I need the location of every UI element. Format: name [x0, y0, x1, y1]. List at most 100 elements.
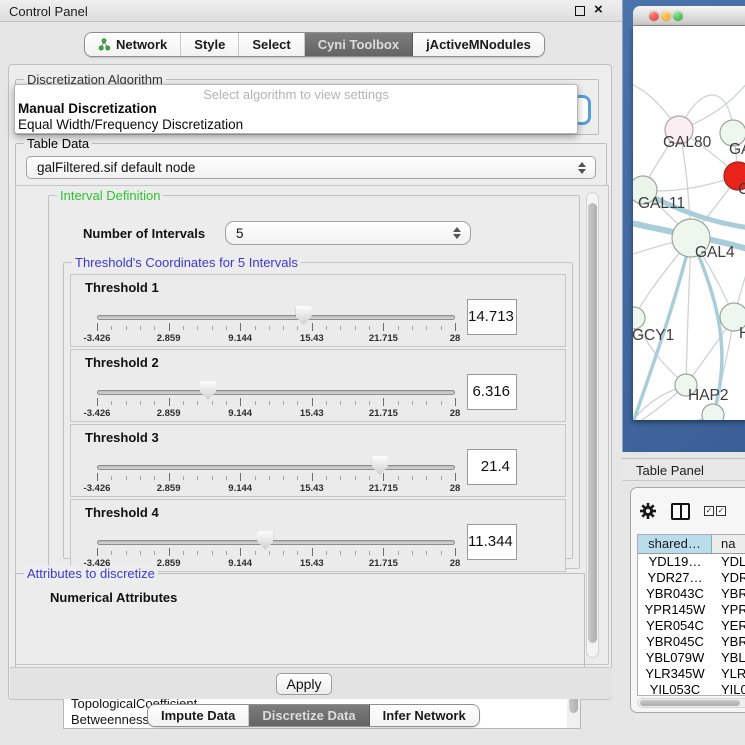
dropdown-placeholder: Select algorithm to view settings [15, 85, 577, 101]
tab-discretize-data[interactable]: Discretize Data [249, 705, 369, 726]
slider-tick-labels: -3.4262.8599.14415.4321.71528 [97, 483, 455, 495]
threshold-panel: Threshold 1 -3.4262.8599.14415.4321.7152… [70, 274, 566, 347]
tab-select[interactable]: Select [239, 33, 304, 56]
threshold-label: Threshold 2 [85, 355, 159, 370]
slider-track[interactable] [97, 390, 455, 395]
node-label: GA [729, 141, 745, 158]
network-window-titlebar [633, 6, 745, 26]
tab-cyni-toolbox[interactable]: Cyni Toolbox [305, 33, 413, 56]
thresholds-group-title: Threshold's Coordinates for 5 Intervals [72, 255, 301, 270]
node-label: GAL4 [695, 244, 735, 261]
threshold-label: Threshold 4 [85, 505, 159, 520]
node-label: GAL11 [638, 195, 685, 212]
numerical-attributes-label: Numerical Attributes [50, 590, 177, 605]
dropdown-option[interactable]: Manual Discretization [15, 101, 577, 117]
table-row[interactable]: YDR27…YDR2 [638, 570, 745, 586]
column-header-name[interactable]: na [712, 535, 745, 553]
threshold-value-field[interactable]: 14.713 [467, 299, 517, 335]
slider-track[interactable] [97, 465, 455, 470]
threshold-panel: Threshold 4 -3.4262.8599.14415.4321.7152… [70, 499, 566, 572]
slider-tick-labels: -3.4262.8599.14415.4321.71528 [97, 333, 455, 345]
scrollbar-thumb[interactable] [640, 700, 740, 706]
table-panel: ✓ ✓ shared… na YDL19…YDL1YDR27…YDR2YBR04… [630, 487, 745, 713]
app-root: Control Panel × NetworkStyleSelectCyni T… [0, 0, 745, 745]
slider-ticks [97, 398, 455, 408]
combo-spinner-icon[interactable] [578, 162, 586, 174]
control-panel-tabs: NetworkStyleSelectCyni ToolboxjActiveMNo… [84, 32, 545, 57]
threshold-value-field[interactable]: 11.344 [467, 524, 517, 560]
column-header-shared-name[interactable]: shared… [638, 535, 712, 553]
interval-definition-group: Interval Definition Number of Intervals … [48, 195, 580, 569]
apply-strip: Apply [10, 667, 612, 699]
table-horizontal-scrollbar[interactable] [637, 698, 745, 708]
apply-button[interactable]: Apply [276, 673, 332, 695]
tab-style[interactable]: Style [181, 33, 239, 56]
tab-infer-network[interactable]: Infer Network [370, 705, 479, 726]
number-of-intervals-label: Number of Intervals [83, 226, 205, 241]
node-attribute-table: shared… na YDL19…YDL1YDR27…YDR2YBR043CYB… [637, 534, 745, 696]
table-row[interactable]: YBL079WYBL0 [638, 650, 745, 666]
table-panel-titlebar: Table Panel [622, 458, 745, 481]
checkbox-icon[interactable]: ✓ [716, 506, 726, 516]
number-of-intervals-combobox[interactable]: 5 [225, 221, 471, 245]
node-label: H [739, 325, 745, 342]
network-window-frame: GAL80 GA C GAL11 GAL4 GCY1 H HAP2 [622, 0, 745, 452]
gear-icon[interactable] [639, 502, 657, 520]
table-row[interactable]: YLR345WYLR3 [638, 666, 745, 682]
threshold-value-field[interactable]: 21.4 [467, 449, 517, 485]
table-data-title: Table Data [24, 136, 92, 151]
node-label: GCY1 [633, 327, 674, 344]
table-row[interactable]: YPR145WYPR1 [638, 602, 745, 618]
table-row[interactable]: YER054CYER0 [638, 618, 745, 634]
checkbox-icon[interactable]: ✓ [704, 506, 714, 516]
table-data-combobox[interactable]: galFiltered.sif default node [26, 156, 596, 179]
table-header-row: shared… na [638, 535, 745, 554]
threshold-label: Threshold 1 [85, 280, 159, 295]
network-node[interactable] [702, 404, 724, 420]
algorithm-dropdown-popup: Select algorithm to view settings Manual… [14, 84, 578, 134]
attributes-group-title: Attributes to discretize [24, 566, 158, 581]
close-light-icon[interactable] [649, 11, 659, 21]
split-columns-icon[interactable] [671, 503, 690, 520]
tab-impute-data[interactable]: Impute Data [148, 705, 249, 726]
network-icon [98, 38, 111, 51]
tab-jactivemnodules[interactable]: jActiveMNodules [413, 33, 544, 56]
settings-vertical-scrollbar[interactable] [586, 192, 599, 658]
scrollbar-thumb[interactable] [588, 203, 597, 643]
tab-network[interactable]: Network [85, 33, 181, 56]
combo-spinner-icon[interactable] [453, 227, 461, 239]
slider-ticks [97, 548, 455, 558]
close-icon[interactable]: × [594, 1, 603, 18]
slider-track[interactable] [97, 315, 455, 320]
minimize-light-icon[interactable] [661, 11, 671, 21]
table-row[interactable]: YDL19…YDL1 [638, 554, 745, 570]
slider-track[interactable] [97, 540, 455, 545]
zoom-light-icon[interactable] [673, 11, 683, 21]
table-toolbar: ✓ ✓ [639, 498, 745, 524]
node-label: GAL80 [663, 134, 712, 151]
network-node[interactable] [633, 307, 645, 329]
table-row[interactable]: YBR043CYBR0 [638, 586, 745, 602]
slider-ticks [97, 473, 455, 483]
dropdown-option[interactable]: Equal Width/Frequency Discretization [15, 117, 577, 133]
slider-ticks [97, 323, 455, 333]
cyni-toolbox-panel: Discretization Algorithm Table Data galF… [8, 64, 612, 700]
table-row[interactable]: YIL053CYIL0 [638, 682, 745, 696]
network-canvas[interactable]: GAL80 GA C GAL11 GAL4 GCY1 H HAP2 [633, 26, 745, 420]
threshold-label: Threshold 3 [85, 430, 159, 445]
table-row[interactable]: YBR045CYBR0 [638, 634, 745, 650]
node-label: HAP2 [688, 387, 729, 404]
threshold-value-field[interactable]: 6.316 [467, 374, 517, 410]
node-label: C [738, 181, 745, 198]
threshold-list: Threshold 1 -3.4262.8599.14415.4321.7152… [70, 274, 566, 574]
threshold-panel: Threshold 3 -3.4262.8599.14415.4321.7152… [70, 424, 566, 497]
float-window-icon[interactable] [575, 6, 585, 16]
slider-tick-labels: -3.4262.8599.14415.4321.71528 [97, 408, 455, 420]
panel-title: Control Panel [9, 4, 88, 19]
network-graph[interactable]: GAL80 GA C GAL11 GAL4 GCY1 H HAP2 [633, 26, 745, 420]
thresholds-group: Threshold's Coordinates for 5 Intervals … [63, 262, 573, 559]
table-data-group: Table Data galFiltered.sif default node [15, 143, 607, 187]
interval-definition-title: Interval Definition [57, 188, 163, 203]
threshold-panel: Threshold 2 -3.4262.8599.14415.4321.7152… [70, 349, 566, 422]
control-panel-titlebar: Control Panel × [0, 0, 622, 22]
